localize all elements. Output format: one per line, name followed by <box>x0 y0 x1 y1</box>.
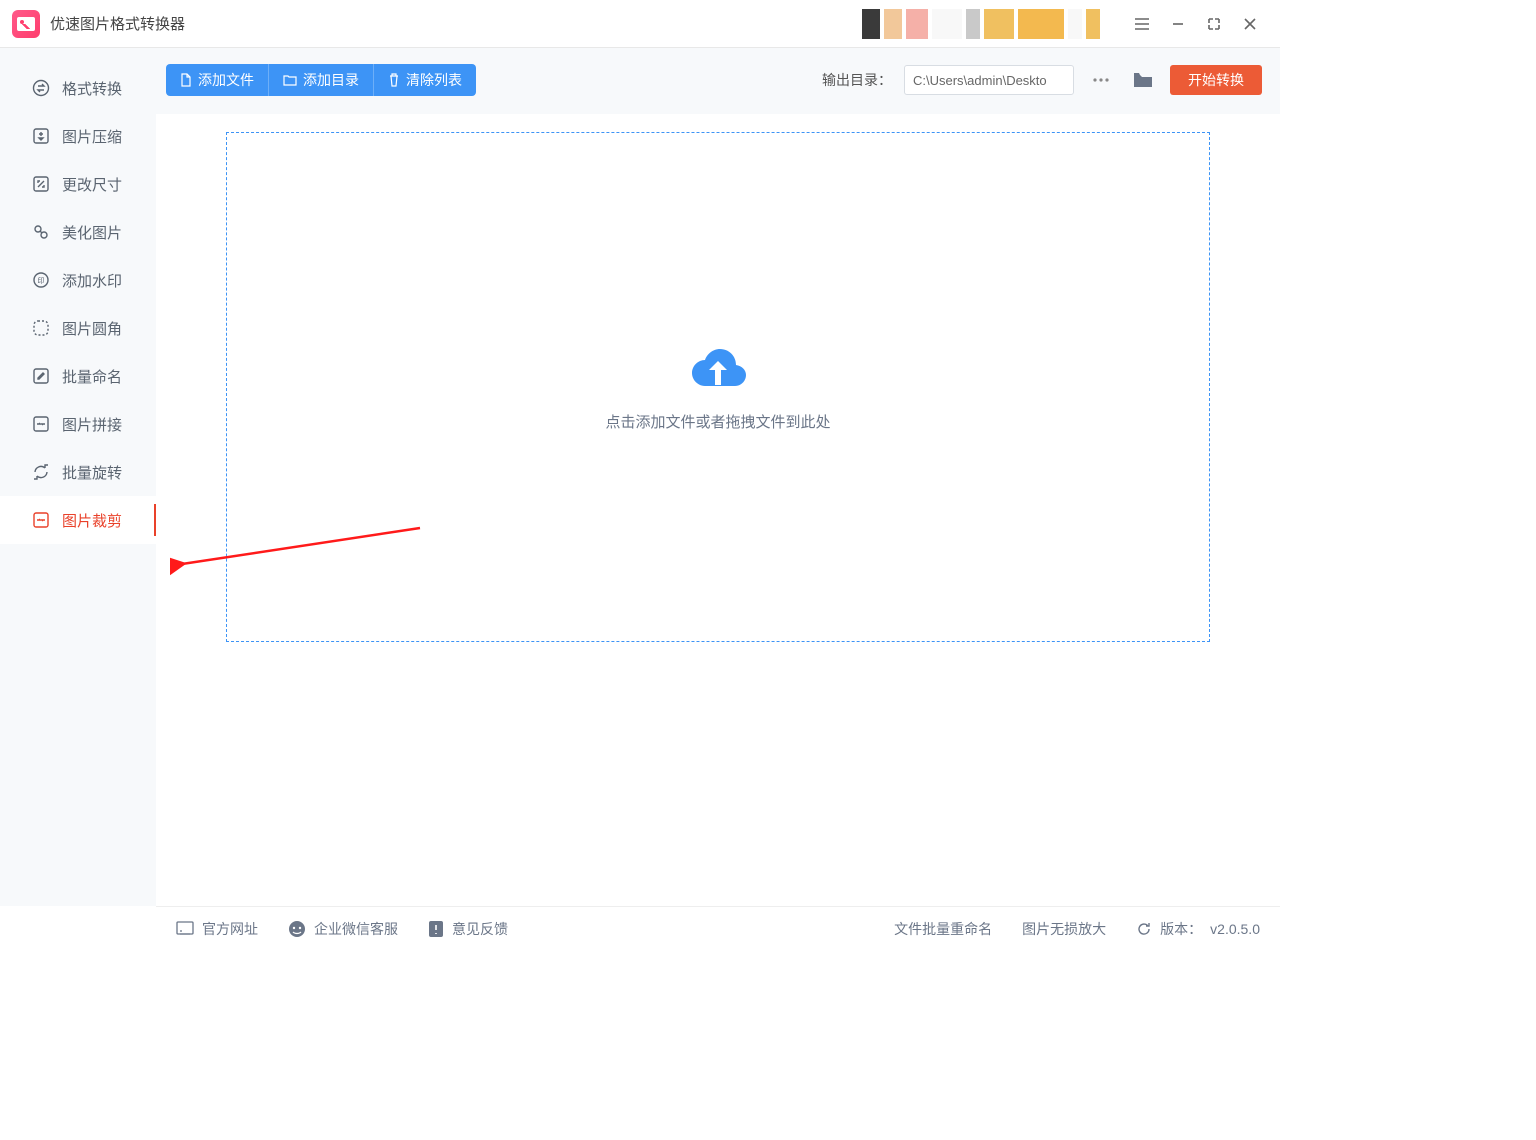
footer-label: 官方网址 <box>202 919 258 939</box>
footer-wechat-support[interactable]: 企业微信客服 <box>288 919 398 939</box>
add-file-button[interactable]: 添加文件 <box>166 64 269 96</box>
hamburger-icon <box>1133 15 1151 33</box>
app-logo-icon <box>12 10 40 38</box>
rotate-icon <box>32 463 50 481</box>
footer-feedback[interactable]: 意见反馈 <box>428 919 508 939</box>
website-icon <box>176 921 194 937</box>
feedback-icon <box>428 920 444 938</box>
footer-version[interactable]: 版本： v2.0.5.0 <box>1136 919 1260 939</box>
account-area-redacted <box>862 9 1100 39</box>
dropzone[interactable]: 点击添加文件或者拖拽文件到此处 <box>226 132 1210 642</box>
toolbar: 添加文件 添加目录 清除列表 输出目录： 开始转换 <box>166 56 1270 104</box>
sidebar-item-rename[interactable]: 批量命名 <box>0 352 156 400</box>
crop-icon <box>32 511 50 529</box>
sidebar-item-label: 更改尺寸 <box>62 174 122 195</box>
version-label: 版本： <box>1160 919 1202 939</box>
maximize-icon <box>1206 16 1222 32</box>
close-button[interactable] <box>1232 6 1268 42</box>
toolbar-button-group: 添加文件 添加目录 清除列表 <box>166 64 476 96</box>
sidebar-item-compress[interactable]: 图片压缩 <box>0 112 156 160</box>
add-folder-button[interactable]: 添加目录 <box>269 64 374 96</box>
sidebar-item-rotate[interactable]: 批量旋转 <box>0 448 156 496</box>
sidebar-item-label: 添加水印 <box>62 270 122 291</box>
folder-open-icon <box>1133 72 1153 88</box>
swap-icon <box>32 79 50 97</box>
sidebar-item-stitch[interactable]: 图片拼接 <box>0 400 156 448</box>
sidebar: 格式转换 图片压缩 更改尺寸 美化图片 印 添加水印 图片圆角 批量命名 图片拼 <box>0 48 156 906</box>
footer-official-site[interactable]: 官方网址 <box>176 919 258 939</box>
output-dir-label: 输出目录： <box>822 70 892 90</box>
app-title: 优速图片格式转换器 <box>50 13 185 34</box>
beautify-icon <box>32 223 50 241</box>
compress-icon <box>32 127 50 145</box>
footer-lossless-zoom[interactable]: 图片无损放大 <box>1022 919 1106 939</box>
start-convert-button[interactable]: 开始转换 <box>1170 65 1262 95</box>
clear-list-label: 清除列表 <box>406 70 462 90</box>
sidebar-item-beautify[interactable]: 美化图片 <box>0 208 156 256</box>
sidebar-item-label: 美化图片 <box>62 222 122 243</box>
minimize-icon <box>1170 16 1186 32</box>
sidebar-item-label: 格式转换 <box>62 78 122 99</box>
output-dir-input[interactable] <box>904 65 1074 95</box>
footer-batch-rename[interactable]: 文件批量重命名 <box>894 919 992 939</box>
sidebar-item-crop[interactable]: 图片裁剪 <box>0 496 156 544</box>
version-value: v2.0.5.0 <box>1210 921 1260 937</box>
start-button-label: 开始转换 <box>1188 70 1244 90</box>
footer-label: 企业微信客服 <box>314 919 398 939</box>
rename-icon <box>32 367 50 385</box>
trash-icon <box>388 73 400 87</box>
sidebar-item-watermark[interactable]: 印 添加水印 <box>0 256 156 304</box>
cloud-upload-icon <box>686 343 750 393</box>
watermark-icon: 印 <box>32 271 50 289</box>
refresh-icon <box>1136 921 1152 937</box>
footer-label: 意见反馈 <box>452 919 508 939</box>
sidebar-item-label: 图片拼接 <box>62 414 122 435</box>
clear-list-button[interactable]: 清除列表 <box>374 64 476 96</box>
add-folder-label: 添加目录 <box>303 70 359 90</box>
sidebar-item-label: 图片压缩 <box>62 126 122 147</box>
chat-icon <box>288 920 306 938</box>
menu-button[interactable] <box>1124 6 1160 42</box>
ellipsis-icon <box>1092 78 1110 82</box>
resize-icon <box>32 175 50 193</box>
sidebar-item-resize[interactable]: 更改尺寸 <box>0 160 156 208</box>
sidebar-item-format-convert[interactable]: 格式转换 <box>0 64 156 112</box>
more-options-button[interactable] <box>1086 65 1116 95</box>
footer: 官方网址 企业微信客服 意见反馈 文件批量重命名 图片无损放大 版本： v2.0… <box>156 906 1280 950</box>
sidebar-item-label: 图片圆角 <box>62 318 122 339</box>
stitch-icon <box>32 415 50 433</box>
footer-label: 文件批量重命名 <box>894 919 992 939</box>
svg-text:印: 印 <box>38 277 45 285</box>
close-icon <box>1242 16 1258 32</box>
round-corner-icon <box>32 319 50 337</box>
sidebar-item-round-corner[interactable]: 图片圆角 <box>0 304 156 352</box>
minimize-button[interactable] <box>1160 6 1196 42</box>
browse-folder-button[interactable] <box>1128 65 1158 95</box>
dropzone-text: 点击添加文件或者拖拽文件到此处 <box>605 411 830 432</box>
sidebar-item-label: 图片裁剪 <box>62 510 122 531</box>
sidebar-item-label: 批量命名 <box>62 366 122 387</box>
sidebar-item-label: 批量旋转 <box>62 462 122 483</box>
titlebar: 优速图片格式转换器 <box>0 0 1280 48</box>
folder-icon <box>283 74 297 86</box>
add-file-label: 添加文件 <box>198 70 254 90</box>
footer-label: 图片无损放大 <box>1022 919 1106 939</box>
maximize-button[interactable] <box>1196 6 1232 42</box>
content-area: 点击添加文件或者拖拽文件到此处 <box>156 114 1280 906</box>
file-icon <box>180 73 192 87</box>
main-panel: 添加文件 添加目录 清除列表 输出目录： 开始转换 <box>156 48 1280 906</box>
